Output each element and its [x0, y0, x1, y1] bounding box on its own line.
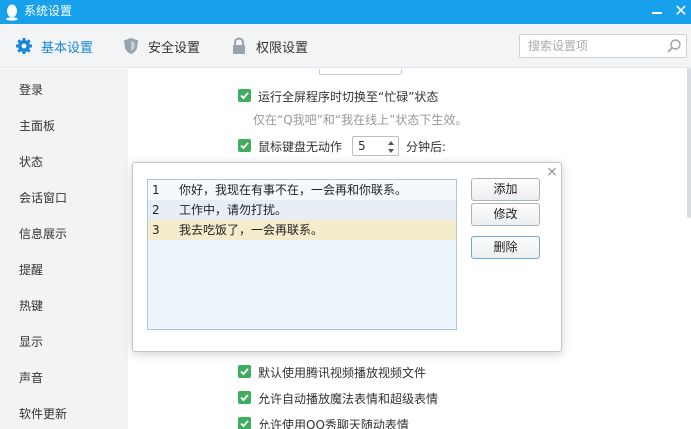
- scrollbar[interactable]: [687, 68, 691, 218]
- check-icon: [240, 368, 249, 376]
- qq-penguin-icon: [6, 4, 18, 21]
- check-icon: [240, 142, 249, 150]
- sidebar-item-reminders[interactable]: 提醒: [19, 261, 43, 278]
- option-label: 允许自动播放魔法表情和超级表情: [258, 392, 439, 406]
- idle-away-checkbox[interactable]: [238, 139, 251, 152]
- tab-bar: 基本设置 安全设置 权限设置: [0, 24, 691, 68]
- stepper-up-icon[interactable]: [386, 139, 396, 147]
- sidebar-item-hotkeys[interactable]: 热键: [19, 297, 43, 314]
- sidebar-item-software-update[interactable]: 软件更新: [19, 405, 67, 422]
- delete-button[interactable]: 删除: [471, 236, 540, 259]
- auto-reply-list[interactable]: 1 你好，我现在有事不在，一会再和你联系。 2 工作中，请勿打扰。 3 我去吃饭…: [147, 179, 457, 330]
- item-number: 3: [152, 223, 160, 237]
- search-icon[interactable]: [666, 38, 682, 54]
- stepper-value: 5: [358, 139, 366, 153]
- title-bar: 系统设置 ✕: [0, 0, 691, 24]
- lock-icon: [233, 37, 245, 54]
- option-label: 默认使用腾讯视频播放视频文件: [258, 366, 427, 380]
- tab-permission-settings[interactable]: 权限设置: [230, 36, 308, 56]
- qq-show-emoji-checkbox[interactable]: [238, 417, 251, 429]
- edit-button[interactable]: 修改: [471, 203, 540, 226]
- check-icon: [240, 420, 249, 428]
- sidebar-item-status[interactable]: 状态: [19, 153, 43, 170]
- item-text: 我去吃饭了，一会再联系。: [179, 223, 324, 237]
- magic-emoji-checkbox[interactable]: [238, 391, 251, 404]
- option-label: 运行全屏程序时切换至“忙碌”状态: [258, 90, 439, 104]
- check-icon: [240, 394, 249, 402]
- tab-security-settings[interactable]: 安全设置: [122, 36, 200, 56]
- tab-label: 安全设置: [148, 40, 201, 56]
- item-number: 1: [152, 183, 160, 197]
- minimize-button[interactable]: [645, 0, 669, 24]
- item-text: 你好，我现在有事不在，一会再和你联系。: [179, 183, 408, 197]
- status-select-cropped[interactable]: [319, 69, 402, 75]
- idle-minutes-stepper[interactable]: 5: [352, 136, 399, 156]
- sidebar-item-chat-window[interactable]: 会话窗口: [19, 189, 67, 206]
- option-label: 鼠标键盘无动作: [258, 140, 343, 154]
- auto-reply-dialog: × 1 你好，我现在有事不在，一会再和你联系。 2 工作中，请勿打扰。 3 我去…: [132, 162, 562, 352]
- hint-text: 仅在“Q我吧”和“我在线上”状态下生效。: [253, 113, 468, 127]
- idle-minutes-suffix: 分钟后:: [406, 140, 447, 154]
- item-number: 2: [152, 203, 160, 217]
- tab-basic-settings[interactable]: 基本设置: [15, 36, 93, 56]
- add-button[interactable]: 添加: [471, 178, 540, 201]
- list-item-selected[interactable]: 3 我去吃饭了，一会再联系。: [148, 220, 456, 240]
- shield-icon: [124, 38, 138, 54]
- dialog-close-button[interactable]: ×: [545, 165, 559, 179]
- tab-label: 基本设置: [41, 40, 94, 56]
- search-input[interactable]: [520, 35, 660, 57]
- window-title: 系统设置: [24, 4, 73, 18]
- gear-icon: [16, 38, 32, 54]
- tencent-video-checkbox[interactable]: [238, 365, 251, 378]
- list-item[interactable]: 1 你好，我现在有事不在，一会再和你联系。: [148, 180, 456, 200]
- item-text: 工作中，请勿打扰。: [179, 203, 288, 217]
- sidebar-item-main-panel[interactable]: 主面板: [19, 117, 55, 134]
- list-item[interactable]: 2 工作中，请勿打扰。: [148, 200, 456, 220]
- sidebar-item-login[interactable]: 登录: [19, 81, 43, 98]
- option-label: 允许使用QQ秀聊天随动表情: [258, 418, 409, 429]
- sidebar-item-info-display[interactable]: 信息展示: [19, 225, 67, 242]
- sidebar: 登录 主面板 状态 会话窗口 信息展示 提醒 热键 显示 声音 软件更新: [0, 69, 128, 429]
- fullscreen-busy-checkbox[interactable]: [238, 89, 251, 102]
- sidebar-item-sound[interactable]: 声音: [19, 369, 43, 386]
- tab-label: 权限设置: [256, 40, 309, 56]
- close-window-button[interactable]: ✕: [669, 0, 691, 24]
- sidebar-item-display[interactable]: 显示: [19, 333, 43, 350]
- check-icon: [240, 92, 249, 100]
- stepper-down-icon[interactable]: [386, 147, 396, 155]
- search-box[interactable]: [519, 34, 687, 58]
